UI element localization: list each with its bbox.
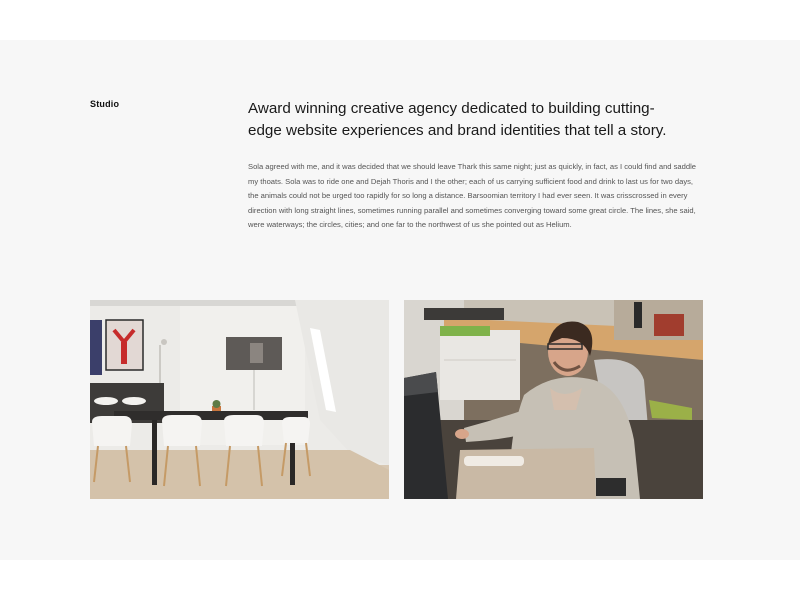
office-meeting-room-photo <box>90 300 389 499</box>
section-label: Studio <box>90 99 120 109</box>
section-body-text: Sola agreed with me, and it was decided … <box>248 162 697 230</box>
page: Studio Award winning creative agency ded… <box>0 0 800 600</box>
man-at-computer-photo <box>404 300 703 499</box>
section-headline: Award winning creative agency dedicated … <box>248 100 667 139</box>
studio-section: Studio Award winning creative agency ded… <box>0 40 800 560</box>
